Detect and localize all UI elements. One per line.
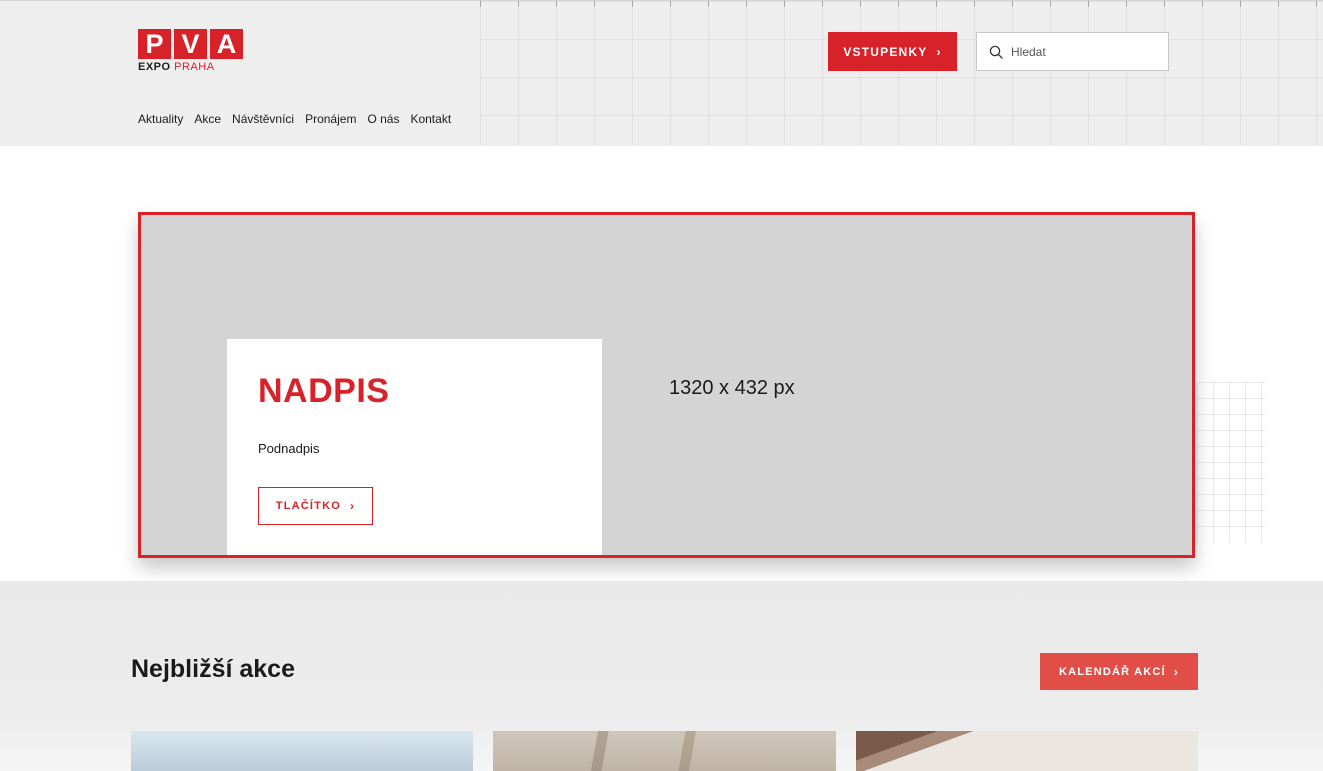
search-input[interactable] xyxy=(1011,44,1151,59)
calendar-button[interactable]: KALENDÁŘ AKCÍ › xyxy=(1040,653,1198,690)
nav-item-akce[interactable]: Akce xyxy=(194,112,221,126)
logo-letter-a: A xyxy=(210,29,243,59)
upcoming-events-title: Nejbližší akce xyxy=(131,655,295,683)
hero-banner-placeholder: NADPIS Podnadpis TLAČÍTKO › 1320 x 432 p… xyxy=(138,212,1195,558)
hero-button[interactable]: TLAČÍTKO › xyxy=(258,487,373,525)
search-icon xyxy=(989,45,1003,59)
logo-letter-p: P xyxy=(138,29,171,59)
tickets-button[interactable]: VSTUPENKY › xyxy=(828,32,957,71)
main-nav: Aktuality Akce Návštěvníci Pronájem O ná… xyxy=(138,112,451,126)
tickets-button-label: VSTUPENKY xyxy=(843,44,928,59)
nav-item-pronajem[interactable]: Pronájem xyxy=(305,112,356,126)
calendar-button-label: KALENDÁŘ AKCÍ xyxy=(1058,665,1166,678)
logo-letter-v: V xyxy=(174,29,207,59)
hero-button-label: TLAČÍTKO xyxy=(275,500,341,512)
nav-item-kontakt[interactable]: Kontakt xyxy=(410,112,451,126)
hero-title: NADPIS xyxy=(258,372,390,410)
chevron-right-icon: › xyxy=(350,499,356,513)
chevron-right-icon: › xyxy=(1173,664,1180,679)
nav-item-navstevnici[interactable]: Návštěvníci xyxy=(232,112,294,126)
side-grid-decoration xyxy=(1197,382,1265,542)
site-header: P V A EXPO PRAHA VSTUPENKY › Aktuality A… xyxy=(0,0,1323,146)
hero-card: NADPIS Podnadpis TLAČÍTKO › xyxy=(227,339,602,555)
logo-subtitle: EXPO PRAHA xyxy=(138,62,248,73)
event-thumbnail[interactable] xyxy=(131,731,473,771)
header-tick-decoration xyxy=(480,1,1323,7)
chevron-right-icon: › xyxy=(936,44,942,59)
logo-letters: P V A xyxy=(138,29,248,59)
search-box[interactable] xyxy=(976,32,1169,71)
logo[interactable]: P V A EXPO PRAHA xyxy=(138,29,248,75)
hero-subtitle: Podnadpis xyxy=(258,441,320,456)
hero-size-label: 1320 x 432 px xyxy=(669,377,795,399)
event-thumbnail[interactable] xyxy=(493,731,836,771)
header-grid-decoration xyxy=(480,1,1323,146)
nav-item-aktuality[interactable]: Aktuality xyxy=(138,112,183,126)
logo-sub-expo: EXPO xyxy=(138,61,171,73)
logo-sub-praha: PRAHA xyxy=(174,61,215,73)
event-thumbnail[interactable] xyxy=(856,731,1198,771)
nav-item-o-nas[interactable]: O nás xyxy=(367,112,399,126)
